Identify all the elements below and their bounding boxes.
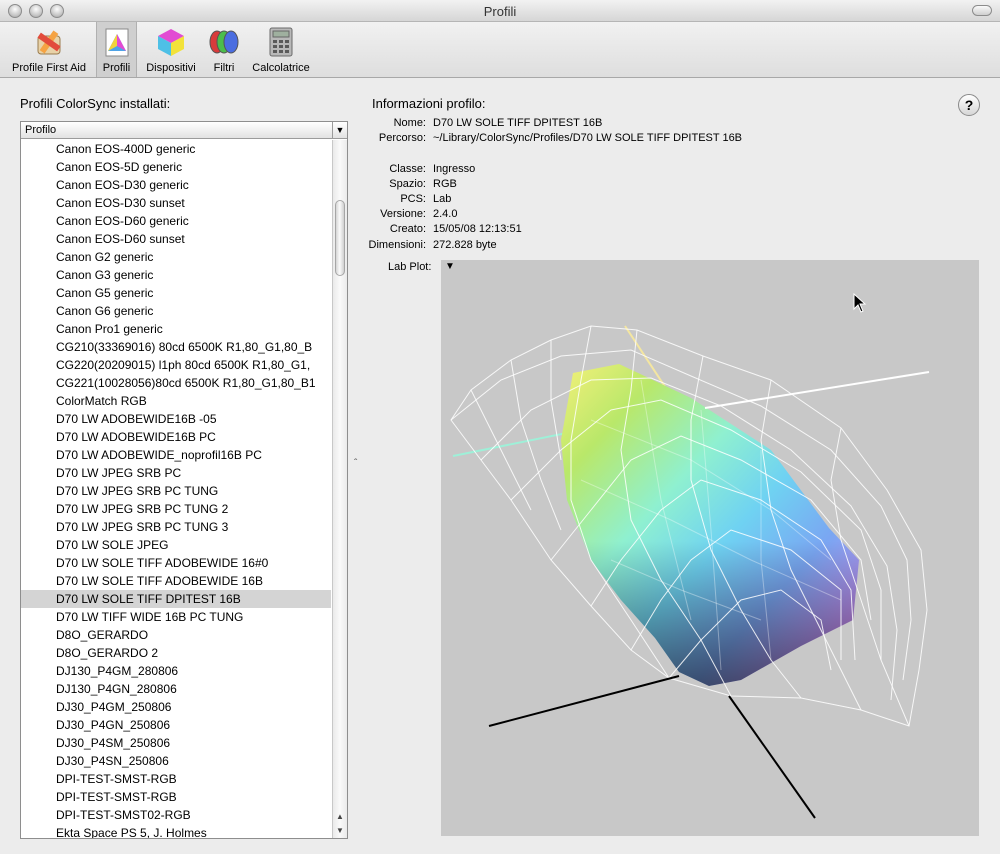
info-key: Creato:	[389, 223, 426, 235]
info-key: Spazio:	[389, 178, 426, 190]
profile-list-item[interactable]: D70 LW ADOBEWIDE_noprofil16B PC	[21, 446, 331, 464]
toolbar-label: Profili	[102, 62, 131, 74]
info-key: Versione:	[380, 208, 426, 220]
lab-gamut-3d-graphic	[450, 325, 930, 819]
info-row-percorso: Percorso: ~/Library/ColorSync/Profiles/D7…	[340, 131, 742, 146]
profile-list-item[interactable]: D70 LW SOLE TIFF ADOBEWIDE 16#0	[21, 554, 331, 572]
info-row-dimensioni: Dimensioni: 272.828 byte	[340, 238, 497, 253]
toolbar-label: Dispositivi	[146, 62, 196, 74]
lab-plot-label: Lab Plot:	[388, 261, 432, 273]
info-key: PCS:	[400, 193, 426, 205]
info-key: Percorso:	[378, 132, 426, 144]
title-bar: Profili	[0, 0, 1000, 22]
profile-list-item[interactable]: Ekta Space PS 5, J. Holmes	[21, 824, 331, 838]
info-row-classe: Classe: Ingresso	[340, 162, 475, 177]
profile-list-item[interactable]: D8O_GERARDO 2	[21, 644, 331, 662]
info-value: 2.4.0	[433, 208, 458, 220]
first-aid-icon	[37, 30, 61, 55]
column-header-profilo[interactable]: Profilo ▼	[21, 122, 347, 139]
profile-list-item[interactable]: Canon Pro1 generic	[21, 320, 331, 338]
lab-plot-view[interactable]	[441, 260, 979, 836]
scroll-down-arrow-icon[interactable]: ▼	[333, 824, 347, 837]
toolbar-dispositivi[interactable]: Dispositivi	[140, 22, 202, 77]
lab-plot-menu-arrow-icon[interactable]: ▼	[445, 261, 455, 272]
toolbar-label: Calcolatrice	[252, 62, 310, 74]
profile-list-item[interactable]: ColorMatch RGB	[21, 392, 331, 410]
mouse-pointer-icon	[853, 293, 867, 313]
info-row-creato: Creato: 15/05/08 12:13:51	[340, 222, 522, 237]
profile-list-item[interactable]: DJ130_P4GN_280806	[21, 680, 331, 698]
profile-list-item[interactable]: Canon EOS-5D generic	[21, 158, 331, 176]
toolbar-toggle-button[interactable]	[972, 5, 992, 16]
info-key: Classe:	[389, 163, 426, 175]
profile-list-item[interactable]: D70 LW JPEG SRB PC	[21, 464, 331, 482]
profile-list-item[interactable]: D70 LW ADOBEWIDE16B -05	[21, 410, 331, 428]
profile-list-item[interactable]: Canon EOS-D30 generic	[21, 176, 331, 194]
profile-list-item[interactable]: DPI-TEST-SMST-RGB	[21, 770, 331, 788]
profile-info-title: Informazioni profilo:	[372, 96, 486, 111]
profile-list-item[interactable]: DJ30_P4SM_250806	[21, 734, 331, 752]
profile-list[interactable]: Profilo ▼ Canon EOS-400D generic Canon EO…	[20, 121, 348, 839]
toolbar-calcolatrice[interactable]: Calcolatrice	[248, 22, 314, 77]
toolbar-label: Filtri	[213, 62, 235, 74]
calculator-icon	[269, 27, 293, 57]
info-row-nome: Nome: D70 LW SOLE TIFF DPITEST 16B	[340, 116, 603, 131]
info-row-pcs: PCS: Lab	[340, 192, 451, 207]
window-title: Profili	[483, 4, 517, 19]
info-row-versione: Versione: 2.4.0	[340, 207, 457, 222]
profile-list-item[interactable]: D70 LW SOLE JPEG	[21, 536, 331, 554]
profiles-icon	[105, 28, 128, 57]
profile-list-item[interactable]: Canon EOS-D60 generic	[21, 212, 331, 230]
column-header-label: Profilo	[25, 124, 57, 136]
profile-rows: Canon EOS-400D generic Canon EOS-5D gener…	[21, 140, 331, 838]
profile-list-item[interactable]: CG220(20209015) l1ph 80cd 6500K R1,80_G1…	[21, 356, 331, 374]
profile-list-item[interactable]: D70 LW SOLE TIFF DPITEST 16B	[21, 590, 331, 608]
info-value: Ingresso	[433, 163, 476, 175]
info-value: 272.828 byte	[433, 239, 497, 251]
profile-list-item[interactable]: D70 LW JPEG SRB PC TUNG 2	[21, 500, 331, 518]
profile-list-item[interactable]: D8O_GERARDO	[21, 626, 331, 644]
profile-list-item[interactable]: D70 LW ADOBEWIDE16B PC	[21, 428, 331, 446]
splitter-handle-icon[interactable]: ˆ	[354, 458, 357, 469]
info-value: ~/Library/ColorSync/Profiles/D70 LW SOLE…	[433, 132, 743, 144]
toolbar-filtri[interactable]: Filtri	[205, 22, 243, 77]
profile-list-item[interactable]: DJ130_P4GM_280806	[21, 662, 331, 680]
filters-icon	[209, 30, 239, 54]
scroll-up-arrow-icon[interactable]: ▲	[333, 810, 347, 823]
devices-icon	[158, 29, 184, 56]
profile-list-item[interactable]: DPI-TEST-SMST-RGB	[21, 788, 331, 806]
profile-list-item[interactable]: DJ30_P4GN_250806	[21, 716, 331, 734]
info-key: Nome:	[393, 117, 426, 129]
profile-list-item[interactable]: D70 LW JPEG SRB PC TUNG	[21, 482, 331, 500]
profile-list-item[interactable]: DPI-TEST-SMST02-RGB	[21, 806, 331, 824]
profile-list-item[interactable]: D70 LW JPEG SRB PC TUNG 3	[21, 518, 331, 536]
installed-profiles-label: Profili ColorSync installati:	[20, 96, 171, 111]
info-key: Dimensioni:	[368, 239, 426, 251]
info-row-spazio: Spazio: RGB	[340, 177, 457, 192]
toolbar: Profile First Aid Profili Dispositivi Fi…	[0, 22, 1000, 78]
profile-list-item[interactable]: Canon G3 generic	[21, 266, 331, 284]
profile-list-item[interactable]: CG221(10028056)80cd 6500K R1,80_G1,80_B1	[21, 374, 331, 392]
profile-list-item[interactable]: D70 LW SOLE TIFF ADOBEWIDE 16B	[21, 572, 331, 590]
info-value: 15/05/08 12:13:51	[433, 223, 522, 235]
info-value: RGB	[433, 178, 457, 190]
profile-list-item[interactable]: CG210(33369016) 80cd 6500K R1,80_G1,80_B	[21, 338, 331, 356]
profile-list-item[interactable]: Canon G6 generic	[21, 302, 331, 320]
toolbar-profile-first-aid[interactable]: Profile First Aid	[5, 22, 93, 77]
help-button[interactable]: ?	[958, 94, 980, 116]
profile-list-item[interactable]: DJ30_P4GM_250806	[21, 698, 331, 716]
profile-list-item[interactable]: Canon G5 generic	[21, 284, 331, 302]
profile-list-item[interactable]: Canon G2 generic	[21, 248, 331, 266]
profile-list-item[interactable]: Canon EOS-400D generic	[21, 140, 331, 158]
profile-list-item[interactable]: DJ30_P4SN_250806	[21, 752, 331, 770]
profile-list-item[interactable]: D70 LW TIFF WIDE 16B PC TUNG	[21, 608, 331, 626]
toolbar-profili[interactable]: Profili	[96, 22, 137, 77]
profile-list-item[interactable]: Canon EOS-D60 sunset	[21, 230, 331, 248]
info-value: D70 LW SOLE TIFF DPITEST 16B	[433, 117, 603, 129]
info-value: Lab	[433, 193, 452, 205]
profile-list-item[interactable]: Canon EOS-D30 sunset	[21, 194, 331, 212]
toolbar-label: Profile First Aid	[12, 62, 86, 74]
